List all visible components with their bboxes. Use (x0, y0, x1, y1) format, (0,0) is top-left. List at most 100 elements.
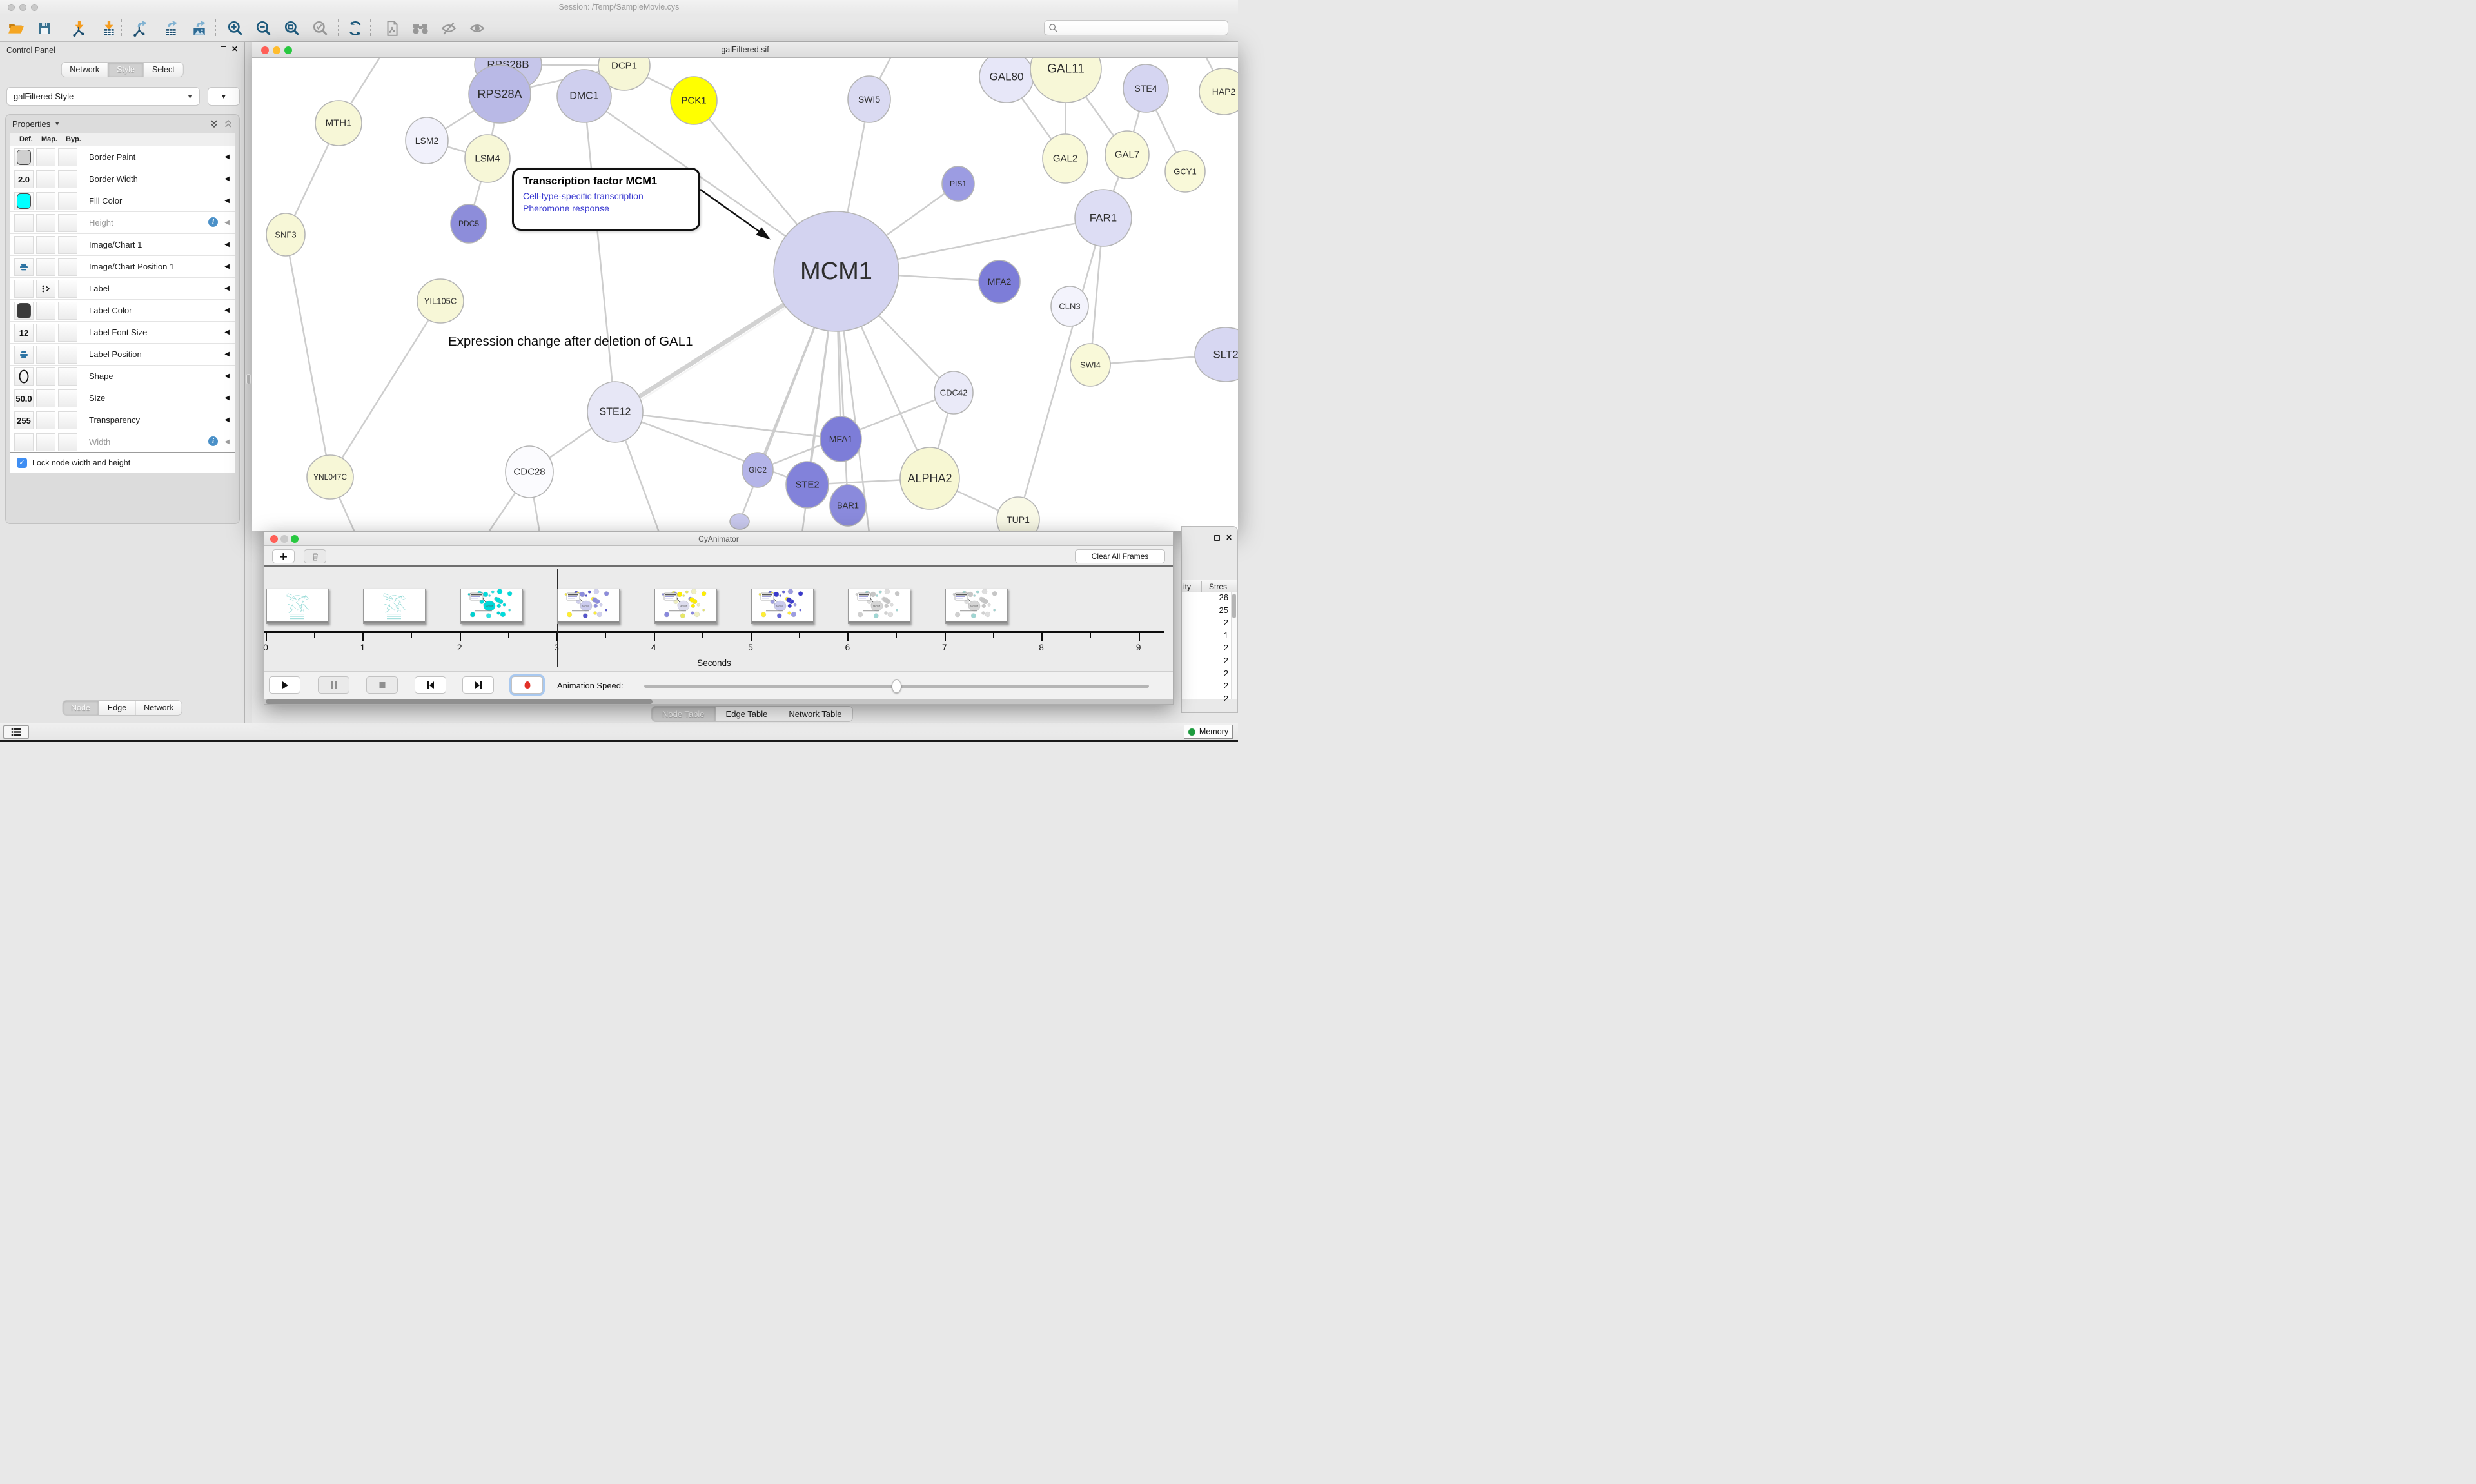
mapping-cell[interactable] (36, 324, 55, 342)
zoom-fit-icon[interactable] (282, 19, 302, 38)
hide-selected-icon[interactable] (439, 19, 458, 38)
mapping-cell[interactable] (36, 280, 55, 298)
zoom-in-icon[interactable] (226, 19, 245, 38)
collapse-row-icon[interactable]: ◀ (224, 241, 230, 248)
mapping-cell[interactable] (36, 302, 55, 320)
zoom-selected-icon[interactable] (311, 19, 330, 38)
import-network-icon[interactable] (70, 19, 89, 38)
search-network-icon[interactable] (411, 19, 430, 38)
cyanimator-titlebar[interactable]: CyAnimator (264, 532, 1173, 546)
info-icon[interactable]: i (208, 217, 218, 227)
property-row-image-chart-position-1[interactable]: Image/Chart Position 1◀ (10, 256, 235, 278)
tab-network[interactable]: Network (135, 700, 182, 716)
collapse-row-icon[interactable]: ◀ (224, 438, 230, 445)
float-panel-icon[interactable] (1214, 535, 1220, 541)
mapping-cell[interactable] (36, 367, 55, 386)
properties-disclosure-icon[interactable]: ▼ (54, 121, 60, 127)
frame-thumbnail-3[interactable]: MCM1 (557, 589, 620, 624)
tab-edge-table[interactable]: Edge Table (715, 706, 778, 722)
network-window-titlebar[interactable]: galFiltered.sif (252, 42, 1238, 58)
frame-thumbnail-5[interactable]: MCM1 (751, 589, 814, 624)
default-value-cell[interactable]: 255 (14, 411, 34, 429)
bypass-cell[interactable] (58, 433, 77, 451)
tab-node-table[interactable]: Node Table (651, 706, 715, 722)
style-selector-dropdown[interactable]: galFiltered Style ▼ (6, 87, 200, 106)
mapping-cell[interactable] (36, 148, 55, 166)
style-options-button[interactable]: ▼ (208, 87, 240, 106)
property-row-width[interactable]: Widthi◀ (10, 431, 235, 453)
add-frame-button[interactable] (272, 549, 295, 563)
frame-thumbnail-2[interactable]: MCM1 (460, 589, 523, 624)
bypass-cell[interactable] (58, 258, 77, 276)
property-row-label-position[interactable]: Label Position◀ (10, 344, 235, 366)
expand-all-icon[interactable] (210, 119, 219, 128)
table-row[interactable]: 2 (1182, 643, 1231, 656)
lock-dimensions-row[interactable]: ✓ Lock node width and height (10, 453, 235, 473)
cyanimator-hscrollbar[interactable] (264, 699, 1173, 704)
network-edge[interactable] (584, 96, 615, 412)
default-value-cell[interactable]: 50.0 (14, 389, 34, 407)
properties-title[interactable]: Properties (12, 119, 50, 129)
pause-button[interactable] (318, 676, 349, 694)
mapping-cell[interactable] (36, 170, 55, 188)
bypass-cell[interactable] (58, 236, 77, 254)
collapse-row-icon[interactable]: ◀ (224, 175, 230, 182)
table-row[interactable]: 1 (1182, 630, 1231, 643)
apply-layout-icon[interactable] (346, 19, 365, 38)
annotation-link[interactable]: Pheromone response (523, 203, 689, 213)
collapse-row-icon[interactable]: ◀ (224, 373, 230, 380)
export-table-icon[interactable] (161, 19, 181, 38)
collapse-row-icon[interactable]: ◀ (224, 329, 230, 336)
export-image-icon[interactable] (190, 19, 209, 38)
default-value-cell[interactable] (14, 433, 34, 451)
table-row[interactable]: 2 (1182, 669, 1231, 681)
collapse-row-icon[interactable]: ◀ (224, 351, 230, 358)
property-row-label[interactable]: Label◀ (10, 278, 235, 300)
property-row-shape[interactable]: Shape◀ (10, 366, 235, 387)
close-panel-icon[interactable]: ✕ (231, 46, 238, 52)
collapse-row-icon[interactable]: ◀ (224, 416, 230, 424)
global-search-field[interactable] (1044, 20, 1228, 35)
cyanimator-timeline[interactable]: Seconds 0123456789MCM1MCM1MCM1MCM1MCM1MC… (264, 568, 1173, 671)
tab-edge[interactable]: Edge (99, 700, 135, 716)
clear-all-frames-button[interactable]: Clear All Frames (1075, 549, 1165, 563)
property-row-height[interactable]: Heighti◀ (10, 212, 235, 234)
export-network-icon[interactable] (131, 19, 150, 38)
stop-button[interactable] (366, 676, 398, 694)
panel-divider[interactable] (245, 42, 252, 728)
default-value-cell[interactable] (14, 280, 34, 298)
frame-thumbnail-1[interactable] (363, 589, 426, 624)
bypass-cell[interactable] (58, 346, 77, 364)
bypass-cell[interactable] (58, 302, 77, 320)
info-icon[interactable]: i (208, 436, 218, 446)
float-panel-icon[interactable] (221, 46, 226, 52)
default-value-cell[interactable]: 12 (14, 324, 34, 342)
save-session-icon[interactable] (35, 19, 54, 38)
table-column-headers[interactable]: ity Stres (1182, 580, 1237, 592)
skip-to-start-button[interactable] (415, 676, 446, 694)
frame-thumbnail-4[interactable]: MCM1 (654, 589, 717, 624)
table-row[interactable]: 2 (1182, 681, 1231, 694)
bypass-cell[interactable] (58, 192, 77, 210)
table-row[interactable]: 25 (1182, 605, 1231, 618)
play-button[interactable] (269, 676, 300, 694)
bypass-cell[interactable] (58, 411, 77, 429)
table-row[interactable]: 2 (1182, 694, 1231, 707)
network-node[interactable] (730, 514, 749, 529)
table-scrollbar[interactable] (1231, 592, 1237, 699)
collapse-all-icon[interactable] (224, 119, 233, 128)
default-value-cell[interactable] (14, 236, 34, 254)
skip-to-end-button[interactable] (462, 676, 494, 694)
mapping-cell[interactable] (36, 389, 55, 407)
tab-style[interactable]: Style (108, 62, 143, 77)
table-row[interactable]: 2 (1182, 618, 1231, 630)
frame-thumbnail-6[interactable]: MCM1 (848, 589, 910, 624)
collapse-row-icon[interactable]: ◀ (224, 395, 230, 402)
property-row-size[interactable]: 50.0Size◀ (10, 387, 235, 409)
tab-select[interactable]: Select (143, 62, 184, 77)
collapse-row-icon[interactable]: ◀ (224, 219, 230, 226)
annotation-box[interactable]: Transcription factor MCM1 Cell-type-spec… (512, 168, 700, 231)
clone-network-icon[interactable] (382, 19, 402, 38)
zoom-out-icon[interactable] (254, 19, 273, 38)
bypass-cell[interactable] (58, 367, 77, 386)
